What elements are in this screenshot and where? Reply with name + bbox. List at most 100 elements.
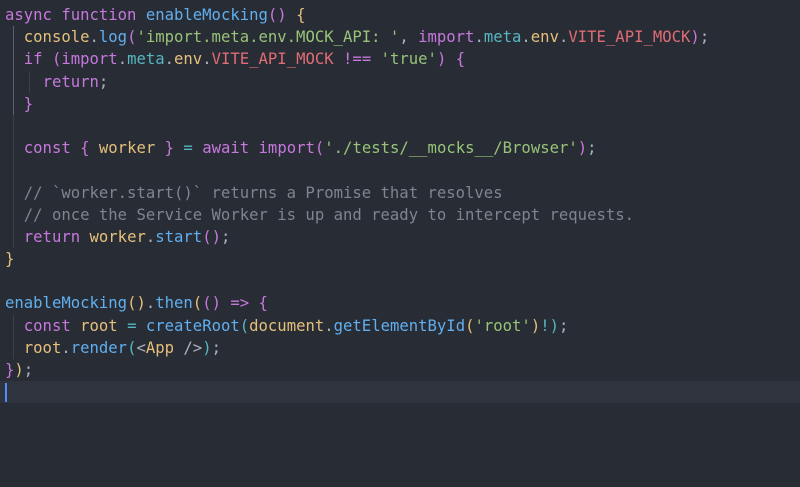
code-token: ) — [14, 361, 24, 379]
code-line[interactable]: } — [0, 92, 800, 115]
code-line[interactable]: console.log('import.meta.env.MOCK_API: '… — [0, 26, 800, 49]
code-editor[interactable]: async function enableMocking() { console… — [0, 0, 800, 487]
code-token: App — [145, 338, 175, 357]
code-line[interactable]: enableMocking().then(() => { — [0, 292, 800, 314]
indent-guide — [13, 70, 14, 93]
code-token: VITE_API_MOCK — [211, 50, 334, 69]
code-token: log — [98, 28, 128, 47]
code-token: function — [61, 6, 137, 24]
code-token: . — [558, 28, 569, 47]
indent-guide — [13, 203, 14, 226]
code-token: const — [23, 316, 71, 335]
code-token: ! — [540, 316, 550, 335]
code-token: . — [474, 28, 484, 47]
code-token: './tests/__mocks__/Browser' — [324, 139, 578, 158]
code-token: ) — [549, 316, 559, 335]
code-token: . — [324, 316, 334, 335]
code-line[interactable] — [0, 381, 800, 404]
code-token: 'true' — [380, 50, 437, 69]
code-token: } — [164, 139, 175, 158]
code-token: return — [23, 227, 81, 246]
code-token: ( — [51, 50, 62, 69]
code-token: ; — [699, 28, 710, 47]
indent-guide — [13, 48, 14, 71]
code-token: { — [80, 139, 90, 158]
code-token: import — [258, 139, 315, 158]
code-token: return — [42, 72, 99, 91]
code-token: } — [23, 94, 34, 113]
code-token: < — [136, 338, 146, 357]
code-token: // `worker.start()` returns a Promise th… — [23, 183, 503, 202]
code-token: => — [230, 294, 250, 313]
code-line[interactable]: // `worker.start()` returns a Promise th… — [0, 181, 800, 204]
code-line[interactable]: return; — [0, 70, 800, 93]
code-token: ; — [98, 72, 109, 91]
code-token: env — [530, 28, 559, 47]
code-token: ( — [314, 139, 325, 158]
code-token: . — [145, 294, 156, 313]
code-token: then — [155, 294, 193, 313]
code-token: start — [155, 227, 203, 246]
code-token: ) — [436, 50, 447, 69]
code-token: // once the Service Worker is up and rea… — [23, 205, 635, 224]
code-token: = — [183, 139, 193, 158]
code-token: ( — [239, 316, 250, 335]
text-cursor — [5, 383, 7, 403]
indent-guide — [13, 336, 14, 359]
indent-guide — [13, 314, 14, 337]
code-token: ; — [558, 316, 569, 335]
code-token: if — [23, 50, 43, 69]
code-line[interactable]: const { worker } = await import('./tests… — [0, 137, 800, 160]
code-token: createRoot — [145, 316, 240, 335]
code-line[interactable] — [0, 114, 800, 138]
code-token: root — [23, 338, 62, 357]
code-token: . — [164, 50, 175, 69]
code-token: . — [89, 28, 99, 47]
code-line[interactable]: // once the Service Worker is up and rea… — [0, 203, 800, 226]
code-line[interactable]: } — [0, 248, 800, 270]
code-token: render — [70, 338, 128, 357]
code-line[interactable]: root.render(<App />); — [0, 336, 800, 359]
code-line[interactable]: }); — [0, 359, 800, 381]
code-line[interactable]: async function enableMocking() { — [0, 4, 800, 26]
code-line[interactable] — [0, 159, 800, 182]
code-token: } — [5, 250, 15, 269]
code-token: . — [117, 50, 128, 69]
code-token: document — [249, 316, 325, 335]
code-line[interactable]: const root = createRoot(document.getElem… — [0, 314, 800, 337]
code-token: const — [23, 139, 71, 158]
indent-guide — [13, 181, 14, 204]
code-token: await — [202, 139, 250, 158]
code-token: ; — [23, 361, 34, 379]
code-line[interactable] — [0, 270, 800, 292]
code-token: () — [202, 294, 221, 313]
code-token: { — [455, 50, 466, 69]
code-line[interactable]: if (import.meta.env.VITE_API_MOCK !== 't… — [0, 48, 800, 71]
indent-guide — [13, 26, 14, 49]
code-token: 'root' — [474, 316, 531, 335]
code-line[interactable]: return worker.start(); — [0, 225, 800, 249]
code-token: () — [202, 227, 221, 246]
code-token: . — [521, 28, 531, 47]
code-token: enableMocking — [5, 294, 128, 313]
code-token: ; — [211, 338, 221, 357]
